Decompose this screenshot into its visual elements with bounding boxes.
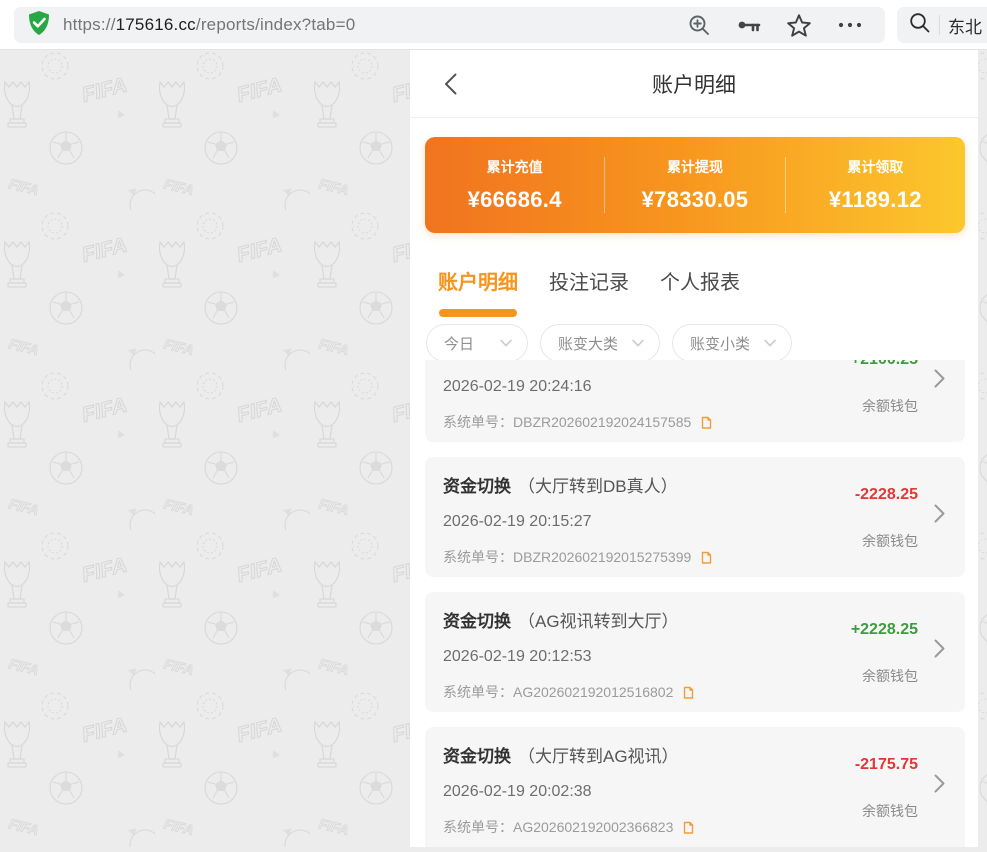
transaction-subtitle: （大厅转到DB真人） [518, 477, 678, 496]
order-number: AG202602192012516802 [513, 684, 673, 700]
order-number-prefix: 系统单号： [443, 817, 513, 837]
summary-withdraw-label: 累计提现 [667, 157, 723, 177]
chevron-down-icon [500, 339, 512, 347]
page-title: 账户明细 [410, 50, 978, 118]
transaction-title: 资金切换 [443, 477, 511, 496]
transaction-subtitle: （AG视讯转到大厅） [518, 612, 679, 631]
tab-account-detail[interactable]: 账户明细 [438, 266, 518, 317]
transaction-card[interactable]: 资金切换 （大厅转到AG视讯） -2175.75 2026-02-19 20:02… [425, 727, 965, 847]
filter-minor-type-label: 账变小类 [690, 333, 750, 354]
chevron-down-icon [632, 339, 644, 347]
filter-major-type-label: 账变大类 [558, 333, 618, 354]
transaction-datetime: 2026-02-19 20:15:27 [443, 513, 592, 531]
copy-icon[interactable] [680, 820, 694, 835]
order-number-row: 系统单号：DBZR202602192024157585 [443, 412, 712, 432]
chevron-down-icon [764, 339, 776, 347]
summary-withdraw-value: ¥78330.05 [642, 187, 749, 213]
browser-toolbar: https://175616.cc/reports/index?tab=0 [0, 0, 987, 50]
account-detail-panel: 账户明细 累计充值 ¥66686.4 累计提现 ¥78330.05 累计领取 ¥… [410, 50, 978, 847]
transaction-list[interactable]: +2100.25 2026-02-19 20:24:16 余额钱包 系统单号：D… [410, 360, 978, 847]
summary-deposit-value: ¥66686.4 [468, 187, 562, 213]
tab-bar: 账户明细 投注记录 个人报表 [438, 266, 740, 317]
browser-search-box[interactable]: 东北 [897, 7, 987, 43]
summary-deposit-label: 累计充值 [487, 157, 543, 177]
shield-check-icon[interactable] [26, 10, 52, 41]
filter-minor-type-dropdown[interactable]: 账变小类 [672, 324, 792, 362]
order-number: AG202602192002366823 [513, 819, 673, 835]
transaction-datetime: 2026-02-19 20:12:53 [443, 648, 592, 666]
order-number-row: 系统单号：DBZR202602192015275399 [443, 547, 712, 567]
chevron-right-icon [934, 369, 945, 388]
copy-icon[interactable] [698, 550, 712, 565]
transaction-title: 资金切换 [443, 612, 511, 631]
filter-major-type-dropdown[interactable]: 账变大类 [540, 324, 660, 362]
url-scheme: https:// [63, 15, 116, 34]
url-domain: 175616.cc [116, 15, 196, 34]
magnifier-plus-icon[interactable] [688, 14, 711, 37]
url-text[interactable]: https://175616.cc/reports/index?tab=0 [63, 15, 355, 35]
order-number-prefix: 系统单号： [443, 412, 513, 432]
magnifier-icon [909, 12, 931, 39]
transaction-amount: -2175.75 [855, 756, 918, 774]
filter-bar: 今日 账变大类 账变小类 [426, 324, 792, 362]
transaction-title: 资金切换 [443, 747, 511, 766]
filter-date-dropdown[interactable]: 今日 [426, 324, 528, 362]
order-number: DBZR202602192024157585 [513, 414, 691, 430]
transaction-amount: +2100.25 [851, 360, 918, 369]
order-number: DBZR202602192015275399 [513, 549, 691, 565]
summary-bonus-label: 累计领取 [847, 157, 903, 177]
transaction-datetime: 2026-02-19 20:02:38 [443, 783, 592, 801]
key-icon[interactable] [737, 17, 761, 33]
order-number-prefix: 系统单号： [443, 682, 513, 702]
address-bar[interactable]: https://175616.cc/reports/index?tab=0 [14, 7, 885, 43]
search-separator [939, 15, 940, 35]
transaction-amount: +2228.25 [851, 621, 918, 639]
order-number-row: 系统单号：AG202602192002366823 [443, 817, 694, 837]
transaction-card[interactable]: +2100.25 2026-02-19 20:24:16 余额钱包 系统单号：D… [425, 360, 965, 442]
chevron-right-icon [934, 639, 945, 658]
copy-icon[interactable] [698, 415, 712, 430]
transaction-datetime: 2026-02-19 20:24:16 [443, 378, 592, 396]
ellipsis-icon[interactable] [837, 22, 863, 28]
summary-deposit: 累计充值 ¥66686.4 [425, 137, 604, 233]
wallet-label: 余额钱包 [862, 801, 918, 821]
wallet-label: 余额钱包 [862, 396, 918, 416]
wallet-label: 余额钱包 [862, 531, 918, 551]
summary-card: 累计充值 ¥66686.4 累计提现 ¥78330.05 累计领取 ¥1189.… [425, 137, 965, 233]
wallet-label: 余额钱包 [862, 666, 918, 686]
tab-personal-report[interactable]: 个人报表 [660, 266, 740, 317]
transaction-card[interactable]: 资金切换 （大厅转到DB真人） -2228.25 2026-02-19 20:15… [425, 457, 965, 577]
filter-date-label: 今日 [444, 333, 474, 354]
star-icon[interactable] [787, 14, 811, 37]
summary-withdraw: 累计提现 ¥78330.05 [605, 137, 784, 233]
chevron-right-icon [934, 774, 945, 793]
transaction-subtitle: （大厅转到AG视讯） [518, 747, 679, 766]
summary-bonus: 累计领取 ¥1189.12 [786, 137, 965, 233]
url-path: /reports/index?tab=0 [196, 15, 355, 34]
copy-icon[interactable] [680, 685, 694, 700]
search-query-text[interactable]: 东北 [948, 13, 982, 38]
order-number-prefix: 系统单号： [443, 547, 513, 567]
tab-bet-records[interactable]: 投注记录 [549, 266, 629, 317]
chevron-right-icon [934, 504, 945, 523]
order-number-row: 系统单号：AG202602192012516802 [443, 682, 694, 702]
panel-header: 账户明细 [410, 50, 978, 118]
transaction-amount: -2228.25 [855, 486, 918, 504]
transaction-card[interactable]: 资金切换 （AG视讯转到大厅） +2228.25 2026-02-19 20:12… [425, 592, 965, 712]
summary-bonus-value: ¥1189.12 [829, 187, 922, 213]
